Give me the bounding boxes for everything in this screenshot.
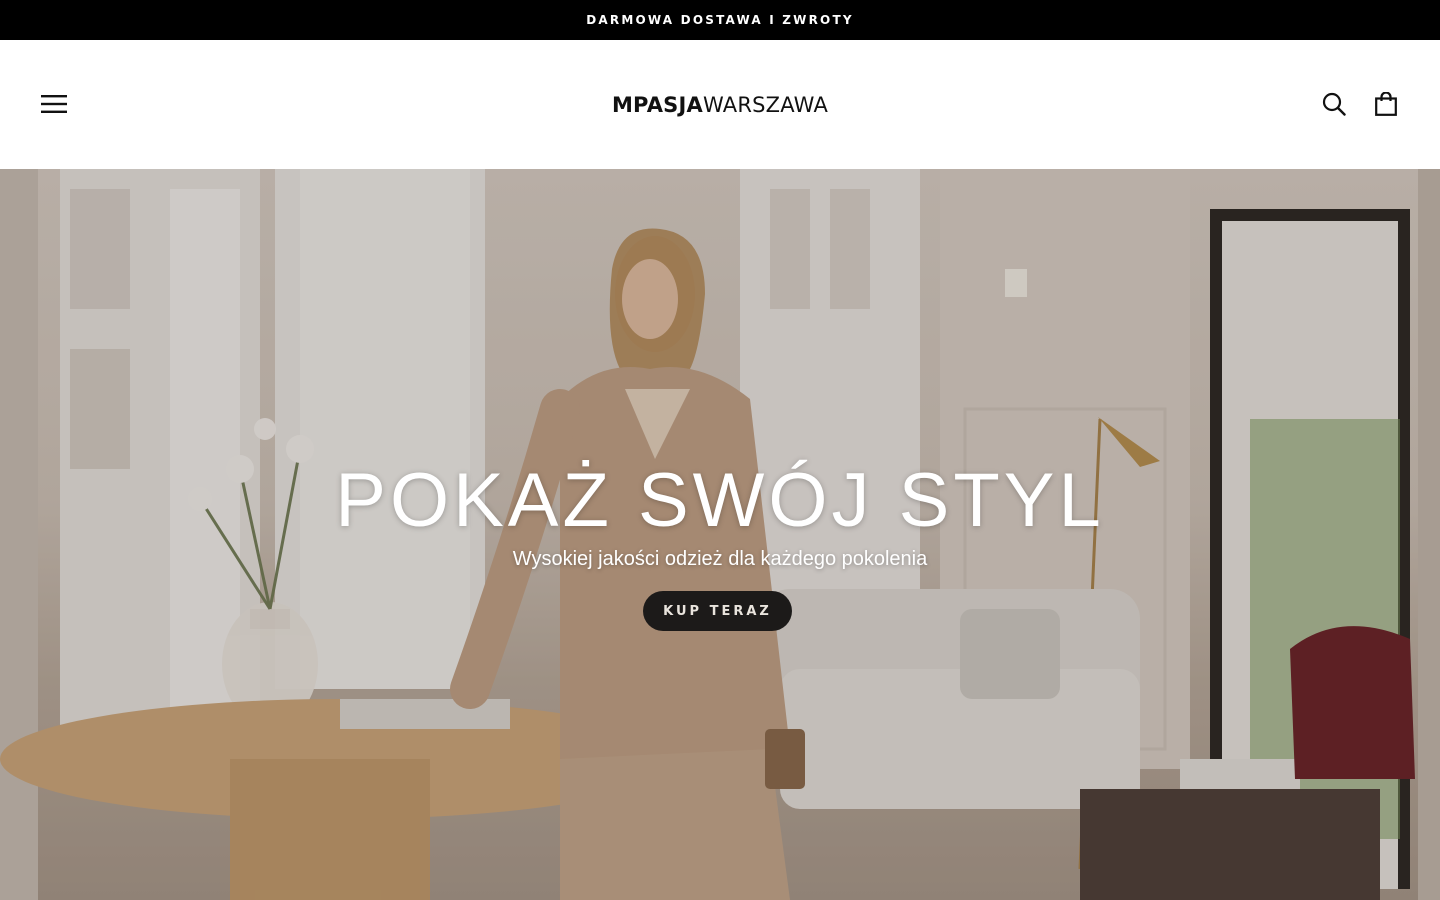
search-button[interactable] — [1316, 86, 1352, 122]
shop-now-button[interactable]: KUP TERAZ — [643, 591, 792, 631]
logo-bold-text: MPASJA — [611, 92, 703, 117]
logo-light-text: WARSZAWA — [702, 92, 829, 117]
site-logo[interactable]: MPASJAWARSZAWA — [612, 93, 828, 117]
hero-banner: POKAŻ SWÓJ STYL Wysokiej jakości odzież … — [0, 169, 1440, 900]
menu-button[interactable] — [36, 86, 72, 122]
announcement-bar: DARMOWA DOSTAWA I ZWROTY — [0, 0, 1440, 40]
logo-container: MPASJAWARSZAWA — [0, 40, 1440, 169]
shopping-bag-icon — [1375, 92, 1397, 116]
announcement-text: DARMOWA DOSTAWA I ZWROTY — [586, 13, 854, 27]
hero-title: POKAŻ SWÓJ STYL — [335, 458, 1105, 543]
shop-now-label: KUP TERAZ — [663, 603, 772, 619]
cart-button[interactable] — [1368, 86, 1404, 122]
hamburger-menu-icon — [41, 95, 67, 113]
site-header: MPASJAWARSZAWA — [0, 40, 1440, 169]
search-icon — [1322, 92, 1346, 116]
hero-subtitle: Wysokiej jakości odzież dla każdego poko… — [512, 548, 928, 570]
